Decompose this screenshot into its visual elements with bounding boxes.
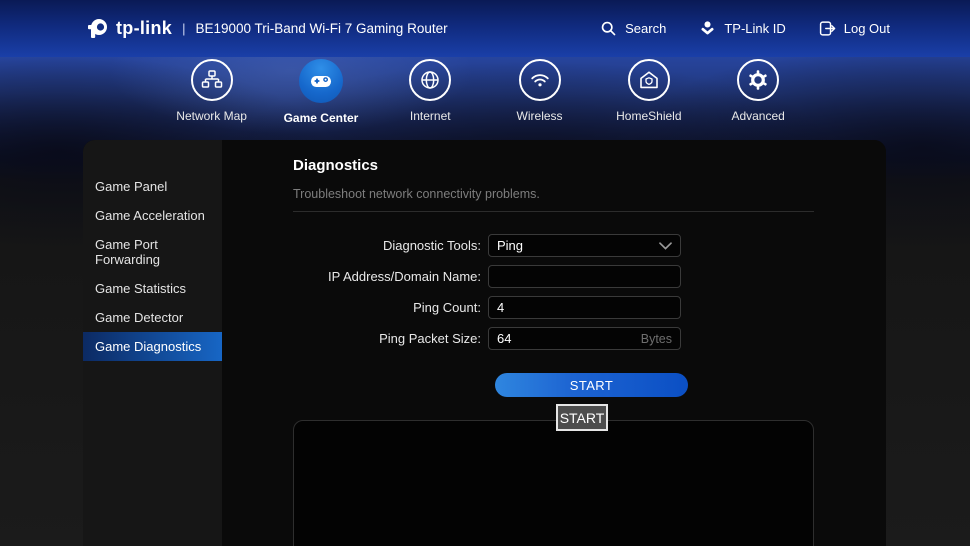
ping-packet-size-row: Ping Packet Size: Bytes bbox=[222, 327, 886, 350]
ip-address-label: IP Address/Domain Name: bbox=[222, 269, 488, 284]
diagnostic-tools-row: Diagnostic Tools: Ping bbox=[222, 234, 886, 257]
ip-address-field-wrap bbox=[488, 265, 681, 288]
tplink-id-label: TP-Link ID bbox=[724, 21, 785, 36]
nav-label: HomeShield bbox=[616, 109, 681, 123]
nav-item-game-center[interactable]: Game Center bbox=[266, 57, 375, 125]
homeshield-icon bbox=[628, 59, 670, 101]
sidebar-item-game-detector[interactable]: Game Detector bbox=[83, 303, 222, 332]
diagnostic-tools-value: Ping bbox=[497, 238, 523, 253]
page-title: Diagnostics bbox=[293, 157, 378, 174]
sidebar-item-label: Game Panel bbox=[95, 179, 167, 194]
search-label: Search bbox=[625, 21, 666, 36]
diagnostics-output[interactable] bbox=[293, 420, 814, 546]
ip-address-input[interactable] bbox=[489, 266, 680, 287]
tplink-id-button[interactable]: TP-Link ID bbox=[698, 19, 785, 38]
tplink-id-user-icon bbox=[698, 19, 717, 38]
ping-packet-size-field-wrap: Bytes bbox=[488, 327, 681, 350]
sidebar-item-game-panel[interactable]: Game Panel bbox=[83, 172, 222, 201]
sidebar-item-game-acceleration[interactable]: Game Acceleration bbox=[83, 201, 222, 230]
search-icon bbox=[599, 19, 618, 38]
router-admin-screen: tp-link | BE19000 Tri-Band Wi-Fi 7 Gamin… bbox=[0, 0, 970, 546]
diagnostics-content: Diagnostics Troubleshoot network connect… bbox=[222, 140, 886, 546]
ping-packet-size-label: Ping Packet Size: bbox=[222, 331, 488, 346]
chevron-down-icon bbox=[659, 242, 672, 250]
nav-label: Wireless bbox=[517, 109, 563, 123]
game-center-icon bbox=[299, 59, 343, 103]
sidebar-item-label: Game Diagnostics bbox=[95, 339, 201, 354]
nav-label: Network Map bbox=[176, 109, 247, 123]
nav-item-homeshield[interactable]: HomeShield bbox=[594, 57, 703, 125]
logout-button[interactable]: Log Out bbox=[818, 19, 890, 38]
diagnostics-form: Diagnostic Tools: Ping IP Address/Domain… bbox=[222, 234, 886, 358]
ping-count-label: Ping Count: bbox=[222, 300, 488, 315]
diagnostic-tools-select[interactable]: Ping bbox=[488, 234, 681, 257]
nav-item-network-map[interactable]: Network Map bbox=[157, 57, 266, 125]
diagnostic-tools-label: Diagnostic Tools: bbox=[222, 238, 488, 253]
start-button[interactable]: START bbox=[495, 373, 688, 397]
top-bar-actions: Search TP-Link ID Log Ou bbox=[599, 0, 890, 57]
sidebar-item-game-port-forwarding[interactable]: Game Port Forwarding bbox=[83, 230, 222, 274]
nav-item-advanced[interactable]: Advanced bbox=[703, 57, 812, 125]
game-center-sidebar: Game Panel Game Acceleration Game Port F… bbox=[83, 140, 222, 546]
title-separator: | bbox=[182, 21, 185, 36]
nav-item-internet[interactable]: Internet bbox=[376, 57, 485, 125]
section-divider bbox=[293, 211, 814, 212]
wireless-icon bbox=[519, 59, 561, 101]
nav-label: Advanced bbox=[731, 109, 784, 123]
network-map-icon bbox=[191, 59, 233, 101]
sidebar-item-label: Game Acceleration bbox=[95, 208, 205, 223]
search-button[interactable]: Search bbox=[599, 19, 666, 38]
brand-name: tp-link bbox=[116, 18, 172, 39]
brand: tp-link | BE19000 Tri-Band Wi-Fi 7 Gamin… bbox=[85, 17, 448, 41]
game-center-panel: Game Panel Game Acceleration Game Port F… bbox=[83, 140, 886, 546]
logout-icon bbox=[818, 19, 837, 38]
advanced-gear-icon bbox=[737, 59, 779, 101]
router-model-title: BE19000 Tri-Band Wi-Fi 7 Gaming Router bbox=[195, 21, 447, 36]
nav-item-wireless[interactable]: Wireless bbox=[485, 57, 594, 125]
ping-count-row: Ping Count: bbox=[222, 296, 886, 319]
ip-address-row: IP Address/Domain Name: bbox=[222, 265, 886, 288]
ping-count-input[interactable] bbox=[489, 297, 680, 318]
sidebar-item-label: Game Statistics bbox=[95, 281, 186, 296]
tp-link-logo-icon bbox=[85, 17, 109, 41]
sidebar-item-label: Game Detector bbox=[95, 310, 183, 325]
internet-icon bbox=[409, 59, 451, 101]
page-subtitle: Troubleshoot network connectivity proble… bbox=[293, 187, 540, 201]
ping-packet-size-input[interactable] bbox=[489, 328, 680, 349]
nav-label: Game Center bbox=[284, 111, 359, 125]
nav-label: Internet bbox=[410, 109, 451, 123]
cursor-tooltip: START bbox=[556, 404, 608, 431]
sidebar-item-label: Game Port Forwarding bbox=[95, 237, 160, 267]
main-nav: Network Map Game Center Int bbox=[157, 57, 813, 125]
ping-count-field-wrap bbox=[488, 296, 681, 319]
top-bar: tp-link | BE19000 Tri-Band Wi-Fi 7 Gamin… bbox=[0, 0, 970, 57]
logout-label: Log Out bbox=[844, 21, 890, 36]
sidebar-item-game-statistics[interactable]: Game Statistics bbox=[83, 274, 222, 303]
sidebar-item-game-diagnostics[interactable]: Game Diagnostics bbox=[83, 332, 222, 361]
